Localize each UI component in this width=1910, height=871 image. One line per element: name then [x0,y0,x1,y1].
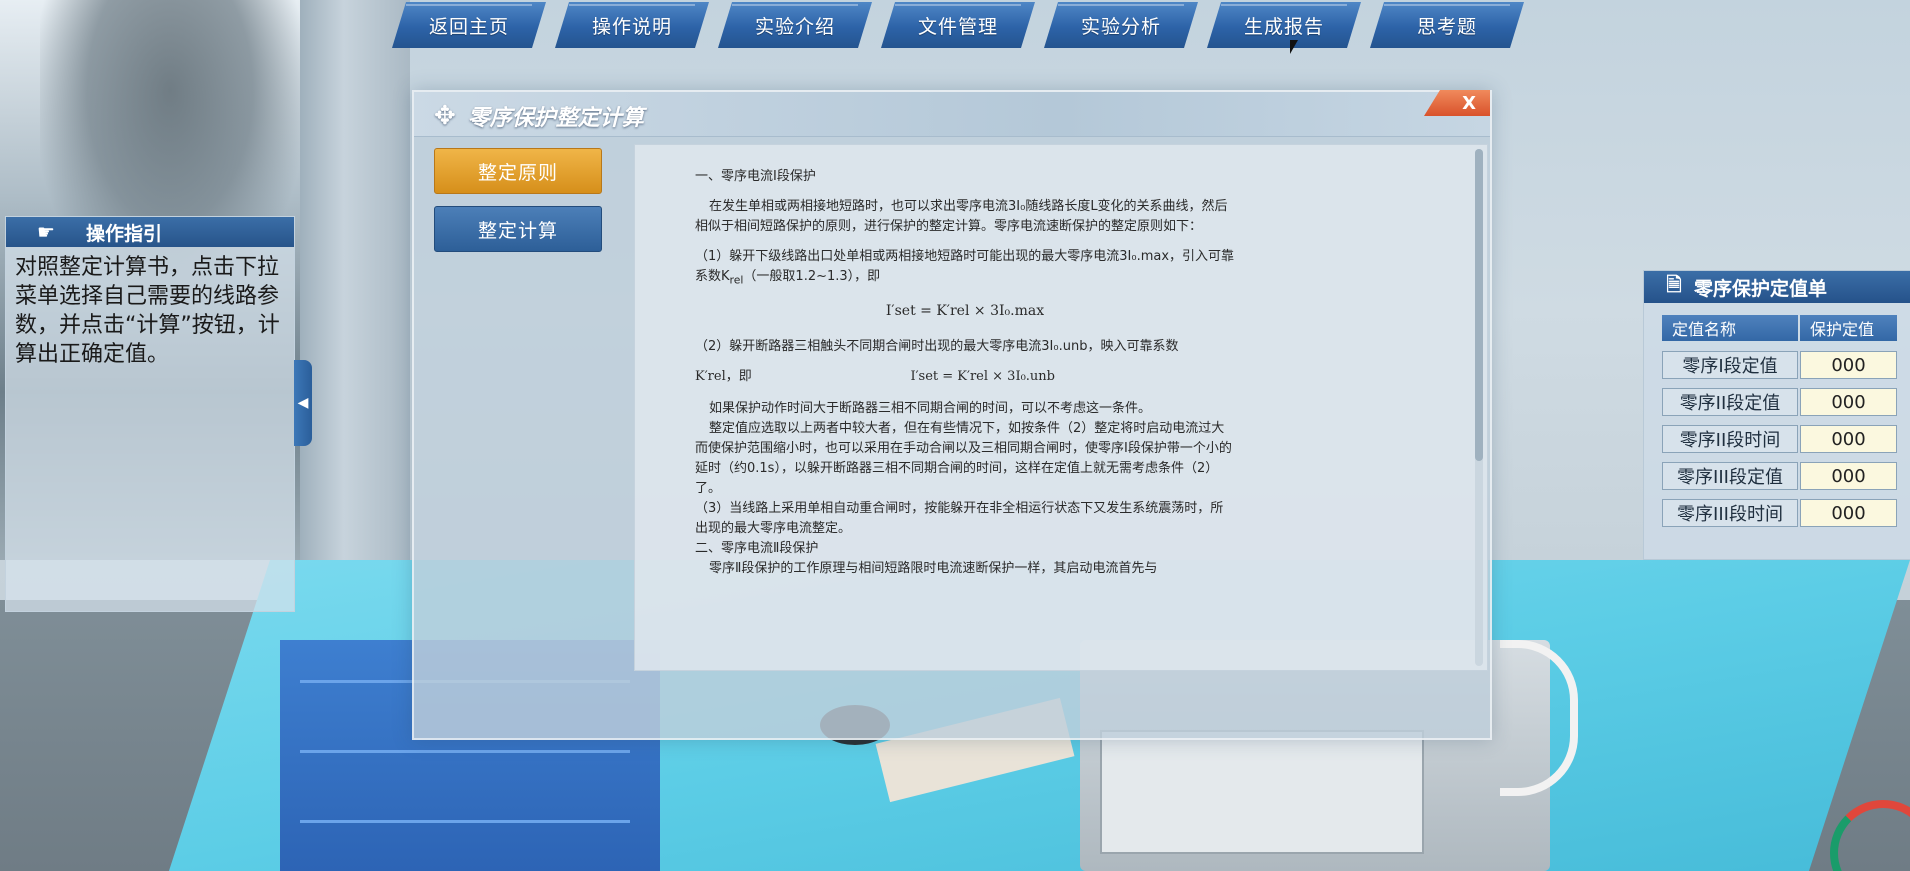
sheet-header: 🗎 零序保护定值单 [1644,271,1910,303]
nav-analysis-button[interactable]: 实验分析 [1044,2,1198,48]
doc-heading-1: 一、零序电流Ⅰ段保护 [695,169,816,184]
doc-heading-2: 二、零序电流Ⅱ段保护 [695,540,819,556]
dialog-header[interactable]: ✥ 零序保护整定计算 X [414,90,1490,137]
setting-name: 零序III段时间 [1662,499,1798,527]
operation-guide-panel: ☛ 操作指引 对照整定计算书，点击下拉菜单选择自己需要的线路参数，并点击“计算”… [5,216,295,612]
nav-home-button[interactable]: 返回主页 [392,2,546,48]
setting-name: 零序III段定值 [1662,462,1798,490]
setting-name: 零序II段定值 [1662,388,1798,416]
guide-text: 对照整定计算书，点击下拉菜单选择自己需要的线路参数，并点击“计算”按钮，计算出正… [15,255,280,367]
setting-name: 零序II段时间 [1662,425,1798,453]
move-icon[interactable]: ✥ [434,101,456,131]
chevron-left-icon: ◀ [297,395,309,411]
sheet-header-row: 定值名称 保护定值 [1662,315,1897,341]
document-scrollbar[interactable] [1475,149,1483,666]
setting-value-sheet: 🗎 零序保护定值单 定值名称 保护定值 零序I段定值 000 零序II段定值 0… [1643,270,1910,560]
sheet-row-zero-seq-iii-time: 零序III段时间 000 [1662,499,1897,527]
sheet-row-zero-seq-ii-value: 零序II段定值 000 [1662,388,1897,416]
guide-header: ☛ 操作指引 [6,217,294,247]
setting-value-input[interactable]: 000 [1800,351,1897,379]
guide-title: 操作指引 [86,222,163,245]
doc-paragraph: （1）躲开下级线路出口处单相或两相接地短路时可能出现的最大零序电流3I₀.max… [695,249,1235,287]
doc-formula: I′set = K′rel × 3I₀.max [885,302,1045,319]
drawer-line [300,820,630,823]
doc-paragraph: 整定值应选取以上两者中较大者，但在有些情况下，如按条件（2）整定将时启动电流过大… [695,420,1232,496]
nav-intro-button[interactable]: 实验介绍 [718,2,872,48]
drawer-line [300,750,630,753]
dialog-title-wrap: ✥ 零序保护整定计算 [434,100,644,132]
doc-paragraph: 零序Ⅱ段保护的工作原理与相间短路限时电流速断保护一样，其启动电流首先与 [709,560,1158,576]
setting-name: 零序I段定值 [1662,351,1798,379]
mouse-cursor [1290,40,1298,54]
zero-sequence-dialog: ✥ 零序保护整定计算 X 整定原则 整定计算 一、零序电流Ⅰ段保护 在发生单相或… [412,90,1492,740]
scrollbar-thumb[interactable] [1475,149,1483,461]
column-header-name: 定值名称 [1662,315,1798,341]
sheet-title: 零序保护定值单 [1694,277,1828,300]
instrument-panel [1100,730,1424,854]
doc-formula-left: K′rel，即 [695,368,752,384]
nav-report-button[interactable]: 生成报告 [1207,2,1361,48]
column-header-value: 保护定值 [1800,315,1897,341]
nav-instructions-button[interactable]: 操作说明 [555,2,709,48]
document-viewer[interactable]: 一、零序电流Ⅰ段保护 在发生单相或两相接地短路时，也可以求出零序电流3I₀随线路… [634,144,1488,671]
doc-paragraph: 在发生单相或两相接地短路时，也可以求出零序电流3I₀随线路长度L变化的关系曲线，… [695,199,1228,234]
setting-value-input[interactable]: 000 [1800,388,1897,416]
pointing-hand-icon: ☛ [37,220,55,244]
doc-paragraph: 如果保护动作时间大于断路器三相不同期合闸的时间，可以不考虑这一条件。 [709,400,1152,416]
nav-file-manage-button[interactable]: 文件管理 [881,2,1035,48]
sheet-row-zero-seq-ii-time: 零序II段时间 000 [1662,425,1897,453]
close-button[interactable]: X [1424,90,1490,116]
setting-value-input[interactable]: 000 [1800,425,1897,453]
dialog-title: 零序保护整定计算 [467,106,644,131]
doc-formula-right: I′set = K′rel × 3I₀.unb [910,368,1055,384]
document-icon: 🗎 [1666,274,1682,296]
doc-paragraph: （3）当线路上采用单相自动重合闸时，按能躲开在非全相运行状态下又发生系统震荡时，… [695,500,1224,536]
nav-questions-button[interactable]: 思考题 [1370,2,1524,48]
setting-value-input[interactable]: 000 [1800,499,1897,527]
document-content: 一、零序电流Ⅰ段保护 在发生单相或两相接地短路时，也可以求出零序电流3I₀随线路… [695,167,1235,579]
setting-value-input[interactable]: 000 [1800,462,1897,490]
setting-principle-button[interactable]: 整定原则 [434,148,602,194]
sheet-row-zero-seq-iii-value: 零序III段定值 000 [1662,462,1897,490]
sheet-row-zero-seq-i-value: 零序I段定值 000 [1662,351,1897,379]
setting-calculation-button[interactable]: 整定计算 [434,206,602,252]
top-nav: 返回主页 操作说明 实验介绍 文件管理 实验分析 生成报告 思考题 [392,2,1524,50]
doc-formula-row: K′rel，即 I′set = K′rel × 3I₀.unb [695,367,1235,387]
collapse-guide-tab[interactable]: ◀ [294,360,312,446]
doc-paragraph: （2）躲开断路器三相触头不同期合闸时出现的最大零序电流3I₀.unb，映入可靠系… [695,338,1179,354]
